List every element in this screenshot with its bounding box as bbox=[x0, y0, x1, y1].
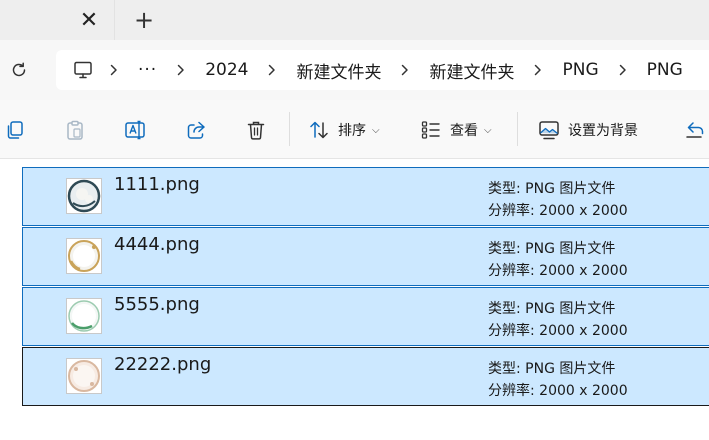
paste-button[interactable] bbox=[64, 114, 86, 146]
toolbar-divider bbox=[517, 112, 518, 146]
file-name[interactable]: 1111.png bbox=[114, 174, 200, 195]
wallpaper-icon bbox=[539, 121, 559, 140]
chevron-right-icon[interactable] bbox=[614, 64, 632, 76]
file-type: 类型: PNG 图片文件 bbox=[488, 241, 616, 257]
rotate-icon bbox=[686, 122, 704, 138]
trash-icon bbox=[247, 121, 265, 140]
chevron-right-icon[interactable] bbox=[105, 64, 123, 76]
close-icon: ✕ bbox=[79, 7, 99, 33]
share-icon bbox=[187, 121, 205, 139]
file-resolution: 分辨率: 2000 x 2000 bbox=[488, 203, 628, 219]
rename-button[interactable] bbox=[124, 114, 148, 146]
file-row[interactable]: 1111.png 类型: PNG 图片文件 分辨率: 2000 x 2000 bbox=[22, 167, 709, 226]
file-resolution: 分辨率: 2000 x 2000 bbox=[488, 323, 628, 339]
file-list: 1111.png 类型: PNG 图片文件 分辨率: 2000 x 2000 4… bbox=[22, 167, 709, 407]
breadcrumb-item[interactable]: PNG bbox=[643, 60, 687, 80]
breadcrumb-item[interactable]: 新建文件夹 bbox=[292, 58, 385, 83]
navigation-bar: ··· 2024 新建文件夹 新建文件夹 PNG PNG bbox=[0, 40, 709, 100]
paste-icon bbox=[67, 120, 83, 140]
sort-label: 排序 bbox=[338, 123, 366, 139]
file-row[interactable]: 5555.png 类型: PNG 图片文件 分辨率: 2000 x 2000 bbox=[22, 287, 709, 346]
file-name[interactable]: 4444.png bbox=[114, 234, 200, 255]
view-label: 查看 bbox=[450, 123, 478, 139]
view-button[interactable]: 查看 ⌵ bbox=[420, 114, 492, 146]
breadcrumb-item[interactable]: PNG bbox=[558, 60, 602, 80]
file-name[interactable]: 22222.png bbox=[114, 354, 211, 375]
file-row[interactable]: 22222.png 类型: PNG 图片文件 分辨率: 2000 x 2000 bbox=[22, 347, 709, 406]
breadcrumb-overflow[interactable]: ··· bbox=[134, 60, 161, 80]
delete-button[interactable] bbox=[245, 114, 267, 146]
chevron-right-icon[interactable] bbox=[172, 64, 190, 76]
file-resolution: 分辨率: 2000 x 2000 bbox=[488, 383, 628, 399]
chevron-right-icon[interactable] bbox=[263, 64, 281, 76]
file-thumbnail bbox=[66, 298, 102, 334]
breadcrumb-item[interactable]: 2024 bbox=[201, 60, 252, 80]
this-pc-icon[interactable] bbox=[72, 59, 94, 81]
sort-icon bbox=[310, 121, 328, 139]
file-type: 类型: PNG 图片文件 bbox=[488, 301, 616, 317]
new-tab-button[interactable]: + bbox=[129, 6, 159, 34]
sort-button[interactable]: 排序 ⌵ bbox=[308, 114, 380, 146]
toolbar-divider bbox=[289, 112, 290, 146]
copy-button[interactable] bbox=[4, 114, 26, 146]
chevron-down-icon: ⌵ bbox=[484, 124, 492, 136]
plus-icon: + bbox=[133, 6, 155, 34]
file-row[interactable]: 4444.png 类型: PNG 图片文件 分辨率: 2000 x 2000 bbox=[22, 227, 709, 286]
tab-strip: ✕ + bbox=[0, 0, 709, 40]
refresh-icon bbox=[12, 62, 26, 77]
file-name[interactable]: 5555.png bbox=[114, 294, 200, 315]
chevron-down-icon: ⌵ bbox=[372, 124, 380, 136]
chevron-right-icon[interactable] bbox=[396, 64, 414, 76]
copy-icon bbox=[7, 121, 23, 139]
view-list-icon bbox=[421, 121, 440, 139]
file-type: 类型: PNG 图片文件 bbox=[488, 361, 616, 377]
set-as-background-label: 设置为背景 bbox=[568, 123, 638, 139]
close-tab-button[interactable]: ✕ bbox=[74, 6, 104, 34]
rotate-button[interactable] bbox=[684, 114, 706, 146]
command-bar: 排序 ⌵ 查看 ⌵ 设置为背景 bbox=[0, 100, 709, 159]
share-button[interactable] bbox=[185, 114, 207, 146]
tab-separator bbox=[114, 0, 115, 40]
refresh-button[interactable] bbox=[6, 57, 32, 83]
file-resolution: 分辨率: 2000 x 2000 bbox=[488, 263, 628, 279]
address-bar[interactable]: ··· 2024 新建文件夹 新建文件夹 PNG PNG bbox=[56, 50, 709, 90]
file-type: 类型: PNG 图片文件 bbox=[488, 181, 616, 197]
chevron-right-icon[interactable] bbox=[529, 64, 547, 76]
file-thumbnail bbox=[66, 358, 102, 394]
file-thumbnail bbox=[66, 238, 102, 274]
rename-icon bbox=[125, 120, 145, 140]
breadcrumb-item[interactable]: 新建文件夹 bbox=[425, 58, 518, 83]
file-thumbnail bbox=[66, 178, 102, 214]
set-as-background-button[interactable]: 设置为背景 bbox=[538, 114, 638, 146]
